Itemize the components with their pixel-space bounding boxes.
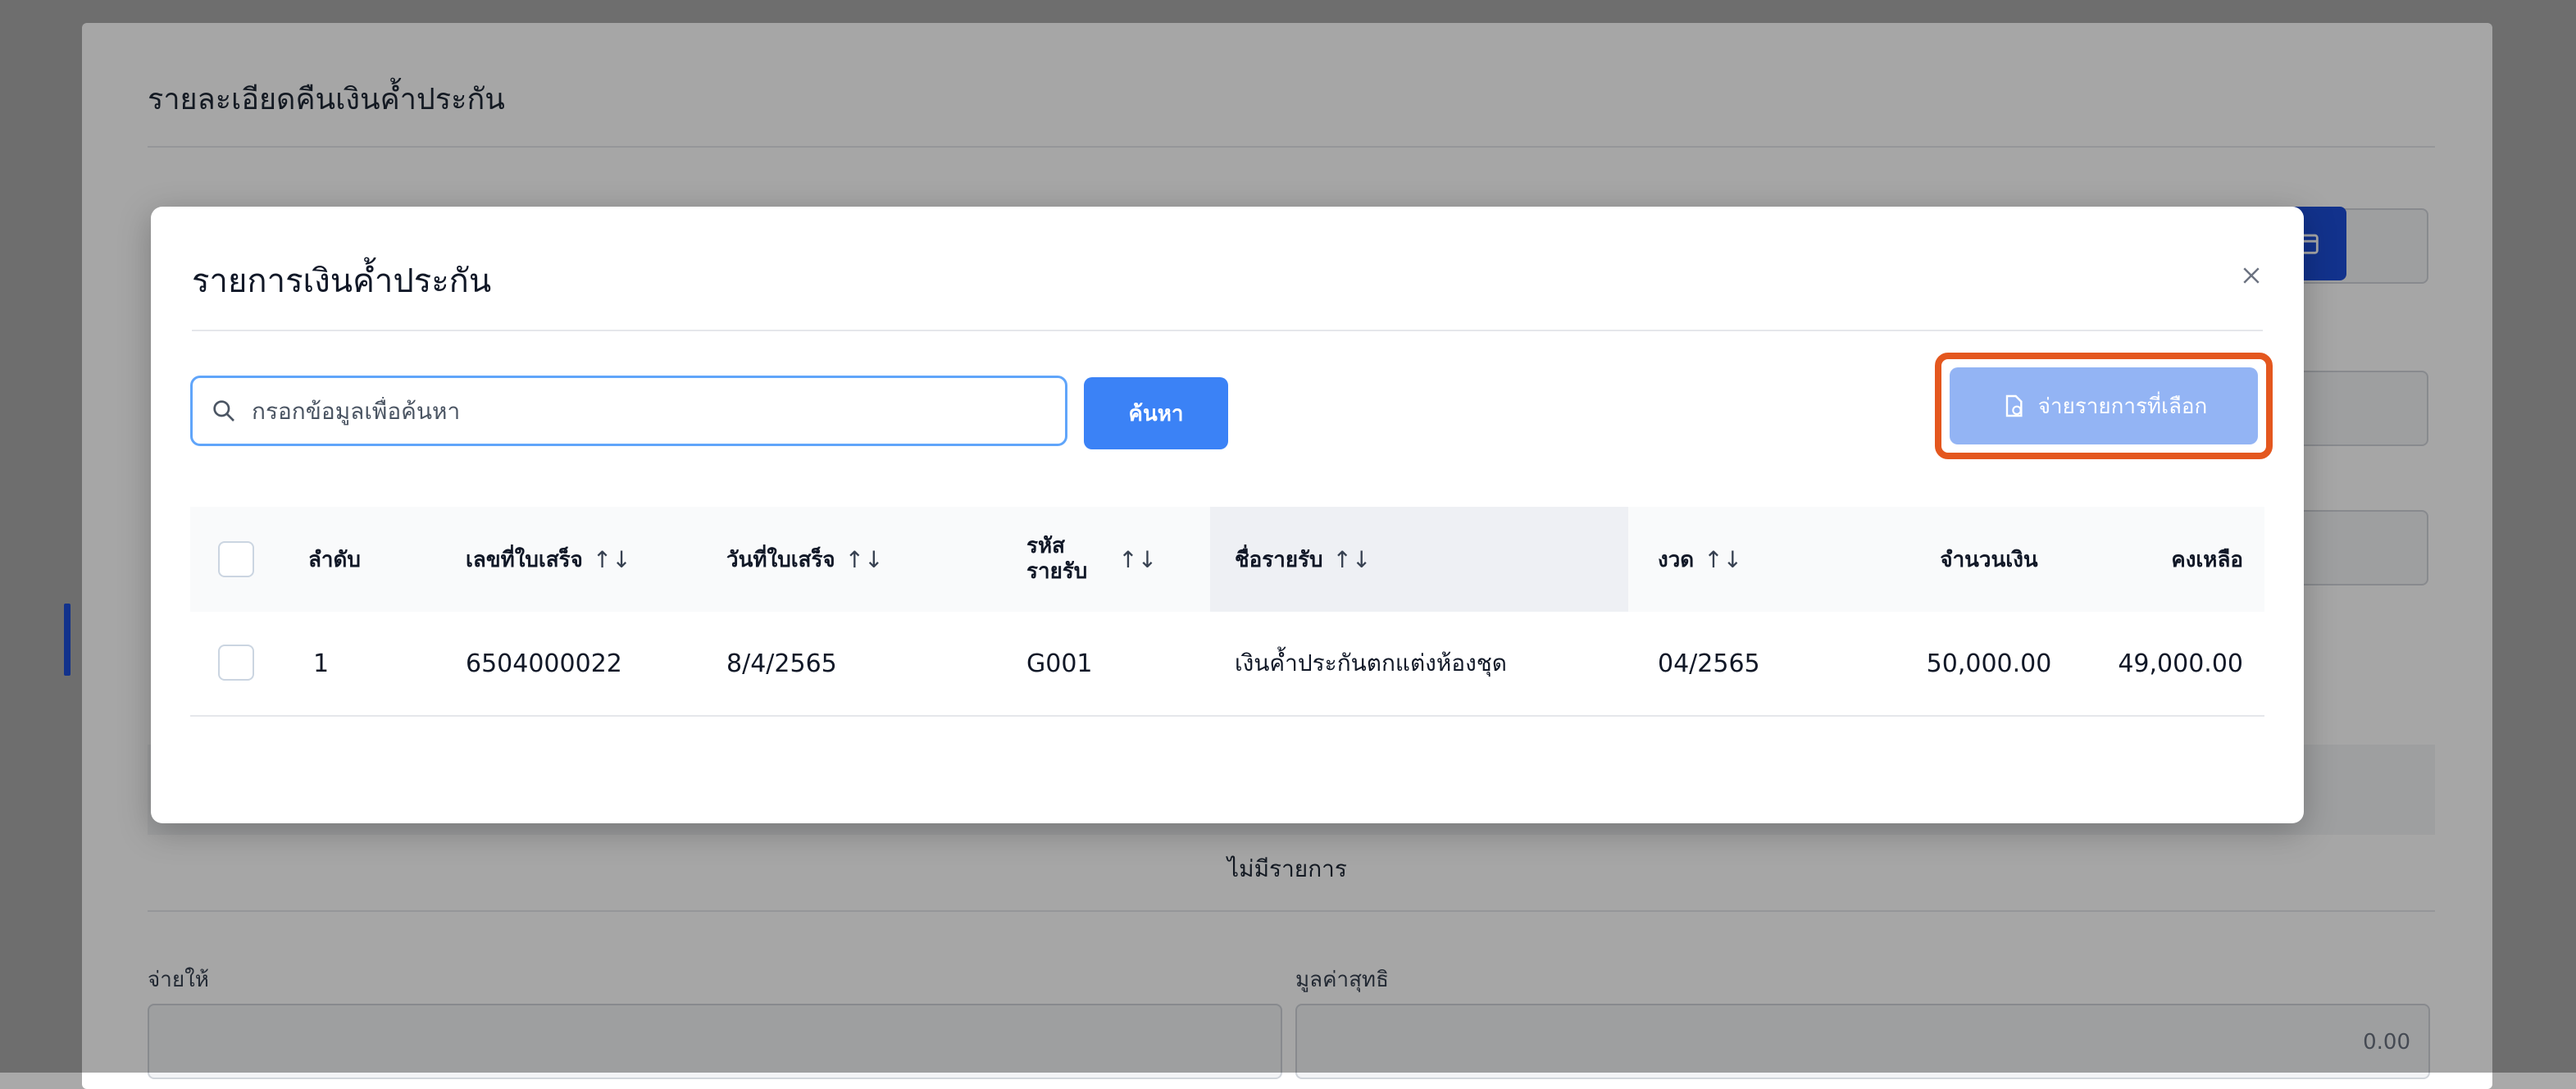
cell-order: 1	[313, 649, 330, 678]
search-input[interactable]	[250, 396, 1040, 426]
table-header: ลำดับ เลขที่ใบเสร็จ ↑↓ วันที่ใบเสร็จ ↑↓ …	[190, 507, 2264, 613]
cell-receipt-no: 6504000022	[466, 649, 622, 678]
close-button[interactable]	[2232, 256, 2271, 295]
header-receipt-no[interactable]: เลขที่ใบเสร็จ ↑↓	[466, 507, 631, 612]
header-income-code-line2: รายรับ	[1026, 559, 1088, 584]
search-button[interactable]: ค้นหา	[1084, 377, 1228, 449]
sort-icon: ↑↓	[1332, 545, 1372, 573]
header-balance: คงเหลือ	[2171, 547, 2243, 572]
cell-income-name: เงินค้ำประกันตกแต่งห้องชุด	[1235, 649, 1507, 677]
header-period-label: งวด	[1658, 547, 1695, 572]
sort-icon: ↑↓	[844, 545, 884, 573]
header-receipt-date-label: วันที่ใบเสร็จ	[726, 547, 835, 572]
modal-divider	[192, 330, 2263, 331]
pay-selected-label: จ่ายรายการที่เลือก	[2037, 394, 2208, 419]
header-income-code[interactable]: รหัส รายรับ ↑↓	[1026, 507, 1190, 612]
cell-receipt-date: 8/4/2565	[726, 649, 837, 678]
select-all-checkbox[interactable]	[218, 541, 254, 577]
table-row[interactable]: 1 6504000022 8/4/2565 G001 เงินค้ำประกัน…	[190, 612, 2264, 717]
search-icon	[213, 400, 234, 421]
close-icon	[2243, 267, 2260, 284]
row-checkbox[interactable]	[218, 645, 254, 681]
pay-selected-button[interactable]: จ่ายรายการที่เลือก	[1950, 367, 2258, 444]
header-receipt-no-label: เลขที่ใบเสร็จ	[466, 547, 583, 572]
header-period[interactable]: งวด ↑↓	[1658, 507, 1742, 612]
sort-icon: ↑↓	[1704, 545, 1743, 573]
header-amount: จำนวนเงิน	[1940, 547, 2038, 572]
search-box[interactable]	[190, 376, 1067, 446]
cell-period: 04/2565	[1658, 649, 1760, 678]
header-income-code-line1: รหัส	[1026, 533, 1065, 558]
cell-balance: 49,000.00	[2118, 649, 2243, 678]
header-income-name[interactable]: ชื่อรายรับ ↑↓	[1235, 507, 1371, 612]
sort-icon: ↑↓	[592, 545, 631, 573]
modal-title: รายการเงินค้ำประกัน	[192, 262, 492, 300]
sort-icon: ↑↓	[1118, 545, 1158, 573]
header-income-code-label: รหัส รายรับ	[1026, 534, 1087, 585]
guarantee-list-modal: รายการเงินค้ำประกัน ค้นหา จ่ายรายการที่เ…	[151, 207, 2304, 823]
header-receipt-date[interactable]: วันที่ใบเสร็จ ↑↓	[726, 507, 884, 612]
header-order: ลำดับ	[308, 547, 361, 572]
header-income-name-label: ชื่อรายรับ	[1235, 547, 1323, 572]
cell-amount: 50,000.00	[1926, 649, 2052, 678]
cell-income-code: G001	[1026, 649, 1093, 678]
document-icon	[2005, 394, 2023, 417]
